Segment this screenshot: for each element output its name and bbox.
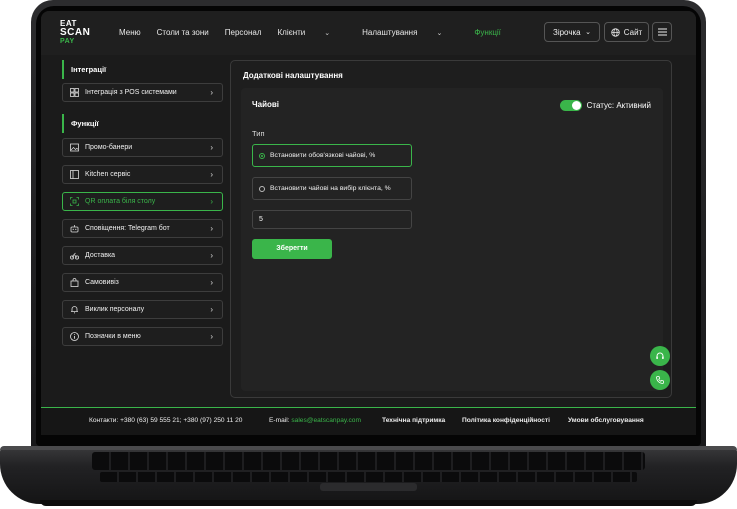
hamburger-icon <box>657 28 667 36</box>
top-header: EAT SCAN PAY Меню Столи та зони Персонал… <box>41 11 696 55</box>
sidebar-item-pickup[interactable]: Самовивіз › <box>62 273 223 292</box>
phone-icon <box>656 376 664 384</box>
hamburger-button[interactable] <box>652 22 672 42</box>
nav-settings-label: Налаштування <box>362 28 418 37</box>
sidebar-item-label: Промо-банери <box>85 144 133 151</box>
sidebar-item-label: Самовивіз <box>85 279 119 286</box>
sidebar-item-label: Інтеграція з POS системами <box>85 89 177 96</box>
screen: EAT SCAN PAY Меню Столи та зони Персонал… <box>41 11 696 435</box>
bike-icon <box>70 251 79 260</box>
radio-label: Встановити обов'язкові чайові, % <box>270 152 376 159</box>
kitchen-icon <box>70 170 79 179</box>
nav-clients-label: Клієнти <box>277 28 306 37</box>
site-button[interactable]: Сайт <box>604 22 649 42</box>
sidebar-item-telegram-bot[interactable]: Сповіщення: Telegram бот › <box>62 219 223 238</box>
sidebar-item-promo-banners[interactable]: Промо-банери › <box>62 138 223 157</box>
tips-value-input[interactable]: 5 <box>252 210 412 229</box>
chevron-down-icon: ⌄ <box>585 29 591 36</box>
logo[interactable]: EAT SCAN PAY <box>60 20 98 46</box>
footer-link-privacy[interactable]: Політика конфіденційності <box>462 417 550 424</box>
keyboard-row <box>100 472 637 482</box>
footer-email: E-mail: sales@eatscanpay.com <box>269 417 361 424</box>
footer-email-link[interactable]: sales@eatscanpay.com <box>291 417 361 424</box>
info-icon <box>70 332 79 341</box>
chevron-right-icon: › <box>210 143 213 152</box>
globe-icon <box>611 27 620 37</box>
call-button[interactable] <box>650 370 670 390</box>
nav-staff[interactable]: Персонал <box>225 28 262 37</box>
sidebar-item-qr-payment[interactable]: QR оплата біля столу › <box>62 192 223 211</box>
headset-icon <box>656 352 664 359</box>
status-label: Статус: Активний <box>586 101 651 110</box>
keyboard-row <box>92 452 645 470</box>
card-title: Чайові <box>252 100 280 109</box>
chevron-right-icon: › <box>210 251 213 260</box>
touchpad <box>320 483 417 491</box>
sidebar-item-pos[interactable]: Інтеграція з POS системами › <box>62 83 223 102</box>
chevron-right-icon: › <box>210 88 213 97</box>
sidebar-item-menu-labels[interactable]: Позначки в меню › <box>62 327 223 346</box>
main-nav: Меню Столи та зони Персонал Клієнти ⌄ Нал… <box>119 28 517 37</box>
radio-required-tips[interactable]: Встановити обов'язкові чайові, % <box>252 144 412 167</box>
footer-link-terms[interactable]: Умови обслуговування <box>568 417 644 424</box>
nav-settings[interactable]: Налаштування ⌄ <box>362 28 458 37</box>
laptop-base-edge <box>0 446 737 450</box>
nav-tables[interactable]: Столи та зони <box>157 28 209 37</box>
radio-icon <box>259 185 265 192</box>
page-title: Додаткові налаштування <box>243 71 343 80</box>
type-label: Тип <box>252 129 265 138</box>
bot-icon <box>70 224 79 233</box>
nav-functions[interactable]: Функції <box>474 28 501 37</box>
chevron-right-icon: › <box>210 305 213 314</box>
pos-icon <box>70 88 79 97</box>
chevron-right-icon: › <box>210 278 213 287</box>
nav-menu[interactable]: Меню <box>119 28 141 37</box>
image-icon <box>70 143 79 152</box>
sidebar-item-label: Сповіщення: Telegram бот <box>85 225 170 232</box>
qr-icon <box>70 197 79 206</box>
footer-email-label: E-mail: <box>269 417 290 424</box>
sidebar-title-integrations: Інтеграції <box>62 60 223 79</box>
chevron-right-icon: › <box>210 170 213 179</box>
sidebar-item-call-staff[interactable]: Виклик персоналу › <box>62 300 223 319</box>
sidebar-item-kitchen[interactable]: Kitchen сервіс › <box>62 165 223 184</box>
tips-card: Чайові Статус: Активний Тип Встановити о… <box>241 88 663 391</box>
place-select[interactable]: Зірочка ⌄ <box>544 22 600 42</box>
chevron-right-icon: › <box>210 197 213 206</box>
settings-panel: Додаткові налаштування Чайові Статус: Ак… <box>230 60 672 398</box>
status-toggle[interactable]: Статус: Активний <box>559 100 651 111</box>
chevron-down-icon: ⌄ <box>436 30 443 37</box>
footer-contacts: Контакти: +380 (63) 59 555 21; +380 (97)… <box>89 417 243 424</box>
chevron-right-icon: › <box>210 224 213 233</box>
footer: Контакти: +380 (63) 59 555 21; +380 (97)… <box>41 407 696 435</box>
sidebar-title-functions: Функції <box>62 114 223 133</box>
place-select-label: Зірочка <box>553 27 581 37</box>
chevron-right-icon: › <box>210 332 213 341</box>
site-button-label: Сайт <box>623 27 643 37</box>
bell-icon <box>70 305 79 314</box>
sidebar-item-delivery[interactable]: Доставка › <box>62 246 223 265</box>
radio-icon <box>259 152 265 159</box>
laptop-feet <box>40 500 697 506</box>
support-chat-button[interactable] <box>650 346 670 366</box>
sidebar-item-label: Виклик персоналу <box>85 306 145 313</box>
logo-text: PAY <box>60 38 75 45</box>
sidebar-item-label: Позначки в меню <box>85 333 141 340</box>
bag-icon <box>70 278 79 287</box>
sidebar-item-label: QR оплата біля столу <box>85 198 156 205</box>
save-button[interactable]: Зберегти <box>252 239 332 259</box>
footer-link-support[interactable]: Технічна підтримка <box>382 417 445 424</box>
radio-client-tips[interactable]: Встановити чайові на вибір клієнта, % <box>252 177 412 200</box>
nav-clients[interactable]: Клієнти ⌄ <box>278 28 347 37</box>
logo-text: SCAN <box>60 27 91 38</box>
chevron-down-icon: ⌄ <box>324 30 331 37</box>
sidebar-item-label: Kitchen сервіс <box>85 171 131 178</box>
sidebar-item-label: Доставка <box>85 252 116 259</box>
toggle-switch[interactable] <box>559 100 582 111</box>
radio-label: Встановити чайові на вибір клієнта, % <box>270 185 391 192</box>
